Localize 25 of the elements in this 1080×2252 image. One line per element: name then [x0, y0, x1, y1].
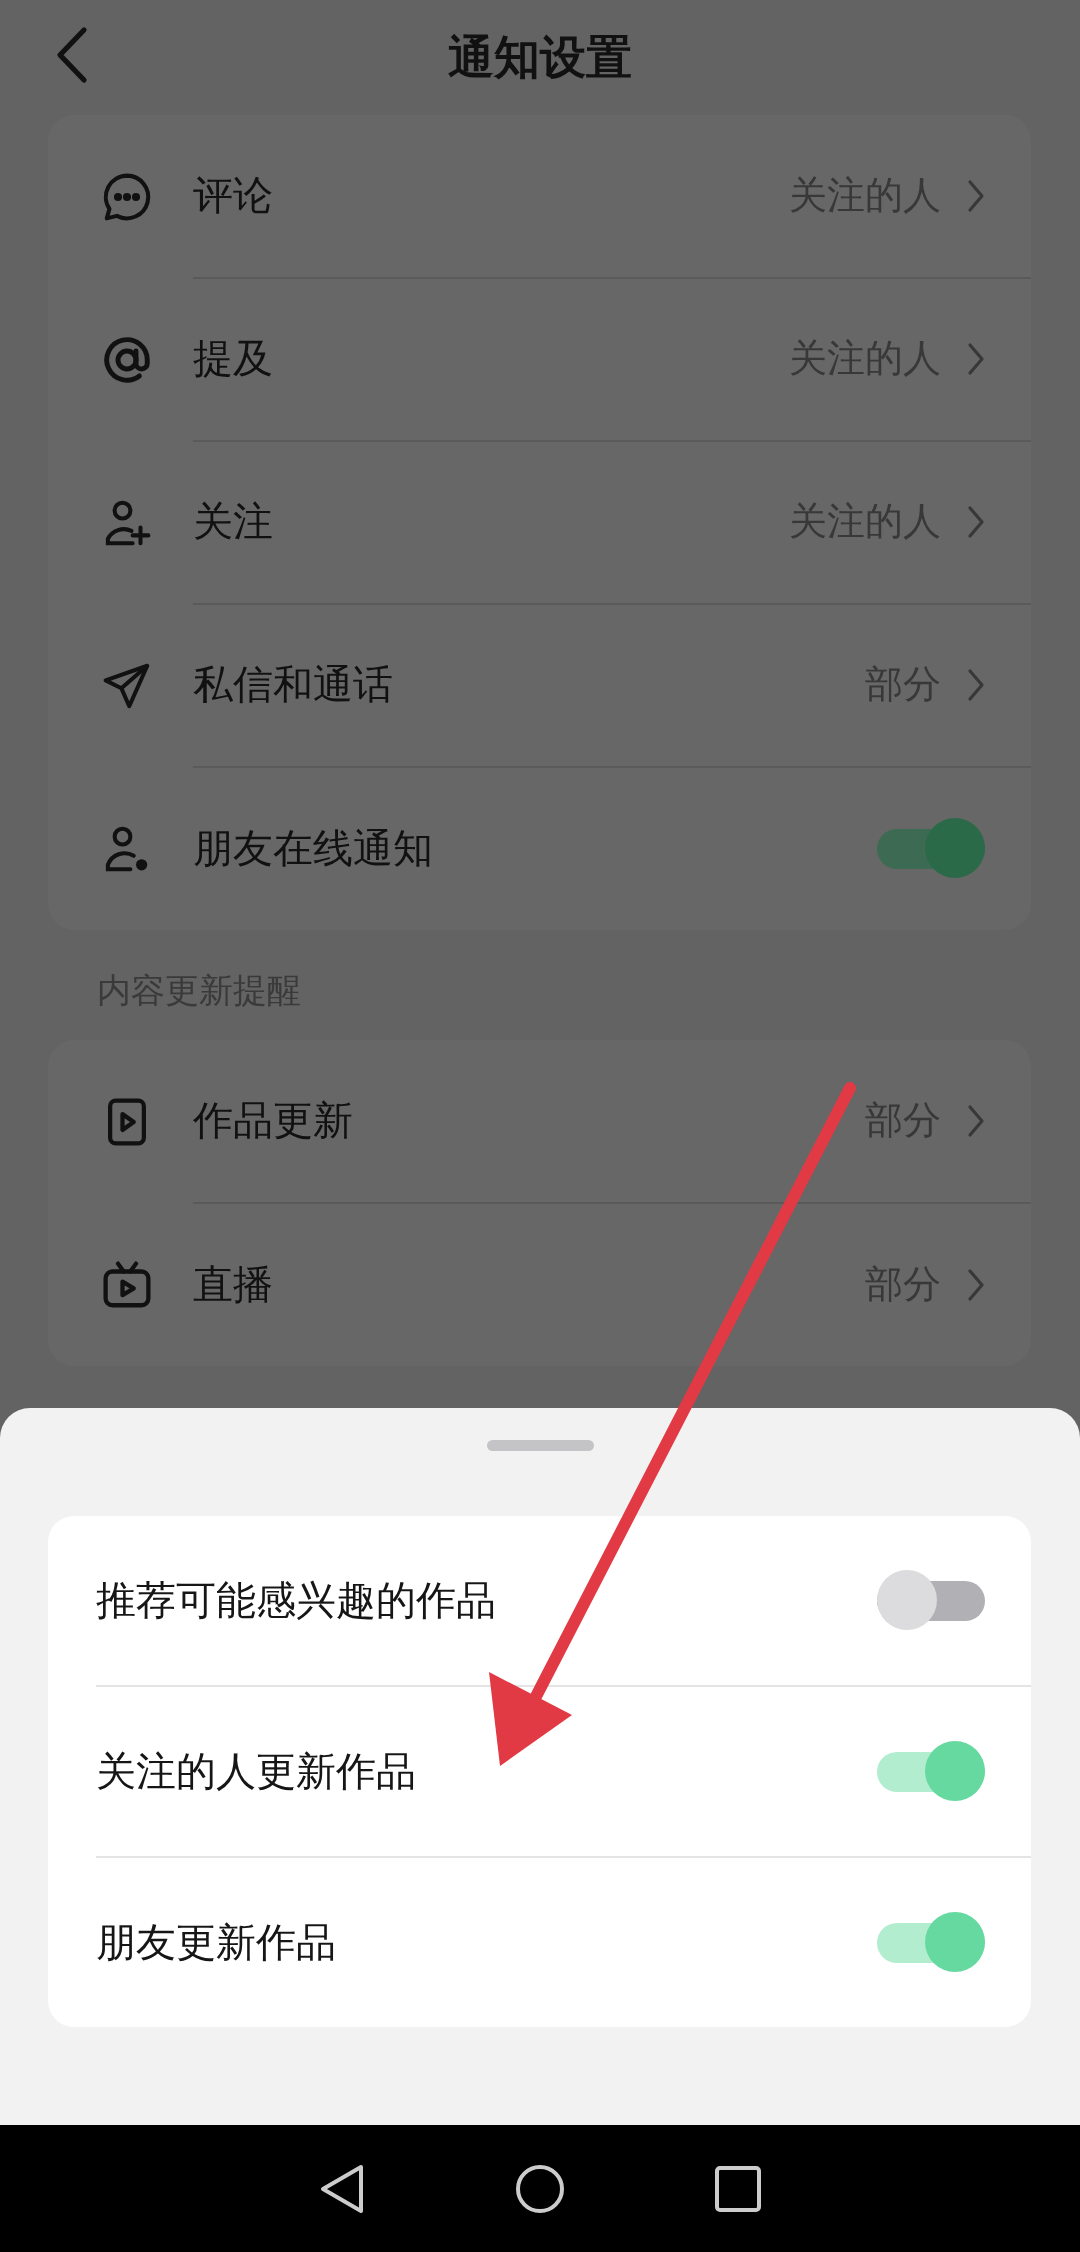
toggle-switch[interactable] [877, 817, 985, 880]
setting-label: 作品更新 [193, 1096, 354, 1145]
chevron-icon [967, 504, 985, 539]
chevron-icon [967, 1103, 985, 1138]
toggle-switch[interactable] [877, 1569, 985, 1632]
setting-label: 提及 [193, 334, 274, 383]
setting-label: 直播 [193, 1260, 274, 1309]
home-icon[interactable] [515, 2163, 565, 2214]
back-icon[interactable] [319, 2163, 365, 2214]
setting-label: 关注的人更新作品 [96, 1747, 417, 1796]
setting-label: 私信和通话 [193, 660, 394, 709]
page-title: 通知设置 [448, 28, 632, 86]
toggle-switch[interactable] [877, 1740, 985, 1803]
setting-label: 朋友在线通知 [193, 824, 434, 873]
drag-handle[interactable] [486, 1440, 594, 1451]
recents-icon[interactable] [715, 2165, 761, 2212]
setting-label: 关注 [193, 497, 274, 546]
chevron-icon [967, 178, 985, 213]
setting-label: 推荐可能感兴趣的作品 [96, 1576, 497, 1625]
chevron-icon [967, 1267, 985, 1302]
chevron-icon [967, 341, 985, 376]
toggle-switch[interactable] [877, 1911, 985, 1974]
chevron-icon [967, 667, 985, 702]
setting-label: 评论 [193, 171, 274, 220]
setting-label: 朋友更新作品 [96, 1918, 337, 1967]
